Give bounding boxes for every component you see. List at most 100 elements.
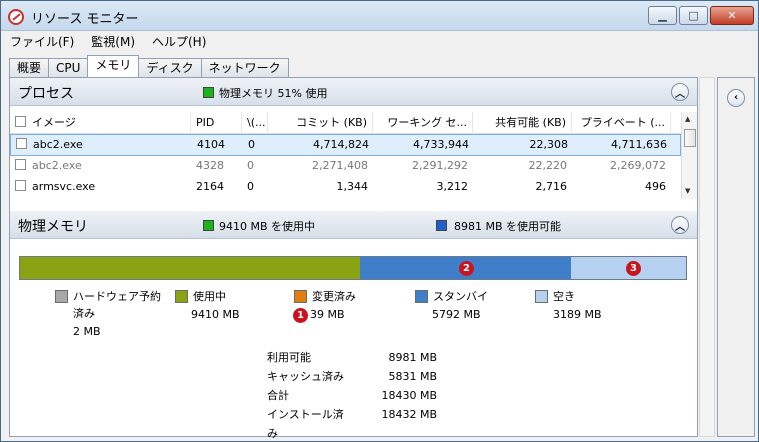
select-all-checkbox[interactable] xyxy=(15,116,26,127)
cell-shareable: 22,308 xyxy=(529,138,569,151)
cell-hard: 0 xyxy=(247,159,254,172)
maximize-button[interactable]: □ xyxy=(679,6,708,25)
cell-commit: 2,271,408 xyxy=(312,159,368,172)
callout-badge-3: 3 xyxy=(626,261,641,276)
menu-help[interactable]: ヘルプ(H) xyxy=(152,33,206,50)
memory-summary: 利用可能 8981 MB キャッシュ済み 5831 MB 合計 18430 MB イン… xyxy=(267,348,437,441)
cell-shareable: 2,716 xyxy=(535,180,568,193)
physical-memory-collapse-button[interactable]: ︿ xyxy=(671,216,689,234)
scroll-thumb[interactable] xyxy=(684,129,696,147)
legend-label-hardware-reserved-cont: 済み xyxy=(73,307,95,320)
process-scrollbar[interactable]: ▲ ▼ xyxy=(681,112,697,199)
table-row[interactable]: abc2.exe 4328 0 2,271,408 2,291,292 22,220 2,2… xyxy=(10,156,681,177)
cell-private: 2,269,072 xyxy=(610,159,666,172)
available-text: 8981 MB を使用可能 xyxy=(454,220,562,233)
legend-swatch-standby xyxy=(415,290,428,303)
cell-image: abc2.exe xyxy=(10,156,191,177)
col-working-set[interactable]: ワーキング セ... xyxy=(373,112,473,134)
pane-scrollbar[interactable] xyxy=(699,77,715,437)
cell-working: 2,291,292 xyxy=(412,159,468,172)
cell-image: abc2.exe xyxy=(11,135,192,155)
minimize-button[interactable]: ▁ xyxy=(648,6,677,25)
summary-row: インストール済み 18432 MB xyxy=(267,405,437,441)
summary-label: キャッシュ済み xyxy=(267,370,344,383)
title-bar: リソース モニター ▁ □ ✕ xyxy=(1,1,758,31)
cell-pid: 4328 xyxy=(196,159,224,172)
tab-disk[interactable]: ディスク xyxy=(138,58,202,77)
summary-value: 8981 MB xyxy=(388,351,437,364)
menu-monitor[interactable]: 監視(M) xyxy=(91,33,135,50)
memory-usage-indicator xyxy=(203,87,214,98)
legend-swatch-hardware-reserved xyxy=(55,290,68,303)
process-name: abc2.exe xyxy=(33,138,83,151)
menu-file[interactable]: ファイル(F) xyxy=(10,33,74,50)
close-button[interactable]: ✕ xyxy=(710,6,754,25)
process-section-header[interactable]: プロセス 物理メモリ 51% 使用 ︿ xyxy=(10,78,697,106)
summary-row: キャッシュ済み 5831 MB xyxy=(267,367,437,386)
cell-shareable: 22,220 xyxy=(528,159,568,172)
summary-label: 合計 xyxy=(267,389,289,402)
scroll-down-icon[interactable]: ▼ xyxy=(685,187,690,195)
cell-pid: 2164 xyxy=(196,180,224,193)
cell-commit: 4,714,824 xyxy=(313,138,369,151)
expand-graphs-button[interactable]: ‹ xyxy=(727,89,745,107)
chevron-left-icon: ‹ xyxy=(733,92,739,103)
close-icon: ✕ xyxy=(727,9,737,22)
in-use-indicator xyxy=(203,220,214,231)
row-checkbox[interactable] xyxy=(16,138,27,149)
col-commit[interactable]: コミット (KB) xyxy=(268,112,373,134)
tab-memory[interactable]: メモリ xyxy=(87,55,140,77)
in-use-text: 9410 MB を使用中 xyxy=(219,220,316,233)
table-row[interactable]: abc2.exe 4104 0 4,714,824 4,733,944 22,308 4,7… xyxy=(10,134,681,156)
legend-value-hardware-reserved: 2 MB xyxy=(73,325,101,338)
col-pid[interactable]: PID xyxy=(191,112,242,134)
cell-hard: 0 xyxy=(248,138,255,151)
legend-swatch-in-use xyxy=(175,290,188,303)
summary-row: 合計 18430 MB xyxy=(267,386,437,405)
legend-value-modified: 39 MB xyxy=(310,308,345,321)
process-table-header: イメージ PID \(... コミット (KB) ワーキング セ... 共有可能… xyxy=(10,112,681,134)
legend-label-free: 空き xyxy=(553,290,575,303)
summary-value: 18430 MB xyxy=(381,389,437,402)
col-hard-faults[interactable]: \(... xyxy=(242,112,268,134)
app-icon xyxy=(8,9,24,25)
col-image[interactable]: イメージ xyxy=(10,112,191,134)
table-row[interactable]: armsvc.exe 2164 0 1,344 3,212 2,716 496 xyxy=(10,177,681,198)
process-name: abc2.exe xyxy=(32,159,82,172)
legend-value-free: 3189 MB xyxy=(553,308,602,321)
legend-label-hardware-reserved: ハードウェア予約 xyxy=(73,290,161,303)
summary-label: 利用可能 xyxy=(267,351,311,364)
physical-memory-section-header[interactable]: 物理メモリ 9410 MB を使用中 8981 MB を使用可能 ︿ xyxy=(10,211,697,239)
memory-tab-content: プロセス 物理メモリ 51% 使用 ︿ イメージ PID \(... コミット … xyxy=(9,77,698,440)
tab-network[interactable]: ネットワーク xyxy=(200,58,289,77)
process-collapse-button[interactable]: ︿ xyxy=(671,83,689,101)
callout-badge-1: 1 xyxy=(293,308,308,323)
row-checkbox[interactable] xyxy=(15,159,26,170)
tab-overview[interactable]: 概要 xyxy=(9,58,50,77)
cell-pid: 4104 xyxy=(197,138,225,151)
process-name: armsvc.exe xyxy=(32,180,96,193)
window-title: リソース モニター xyxy=(31,12,139,27)
cell-working: 3,212 xyxy=(436,180,469,193)
scroll-up-icon[interactable]: ▲ xyxy=(685,115,690,123)
chevron-up-icon: ︿ xyxy=(675,221,685,233)
memory-usage-text: 物理メモリ 51% 使用 xyxy=(219,87,328,100)
tab-strip: 概要 CPU メモリ ディスク ネットワーク xyxy=(9,55,289,77)
legend-value-standby: 5792 MB xyxy=(432,308,481,321)
callout-badge-2: 2 xyxy=(459,261,474,276)
legend-swatch-free xyxy=(535,290,548,303)
summary-row: 利用可能 8981 MB xyxy=(267,348,437,367)
bar-segment-in-use xyxy=(20,257,361,279)
legend-label-modified: 変更済み xyxy=(312,290,356,303)
cell-working: 4,733,944 xyxy=(413,138,469,151)
row-checkbox[interactable] xyxy=(15,180,26,191)
process-table: イメージ PID \(... コミット (KB) ワーキング セ... 共有可能… xyxy=(10,112,681,198)
col-shareable[interactable]: 共有可能 (KB) xyxy=(473,112,572,134)
tab-cpu[interactable]: CPU xyxy=(48,58,89,77)
cell-image: armsvc.exe xyxy=(10,177,191,198)
physical-memory-title: 物理メモリ xyxy=(18,219,88,235)
col-private[interactable]: プライベート (... xyxy=(572,112,671,134)
legend-label-standby: スタンバイ xyxy=(433,290,488,303)
legend-value-in-use: 9410 MB xyxy=(191,308,240,321)
cell-commit: 1,344 xyxy=(336,180,369,193)
